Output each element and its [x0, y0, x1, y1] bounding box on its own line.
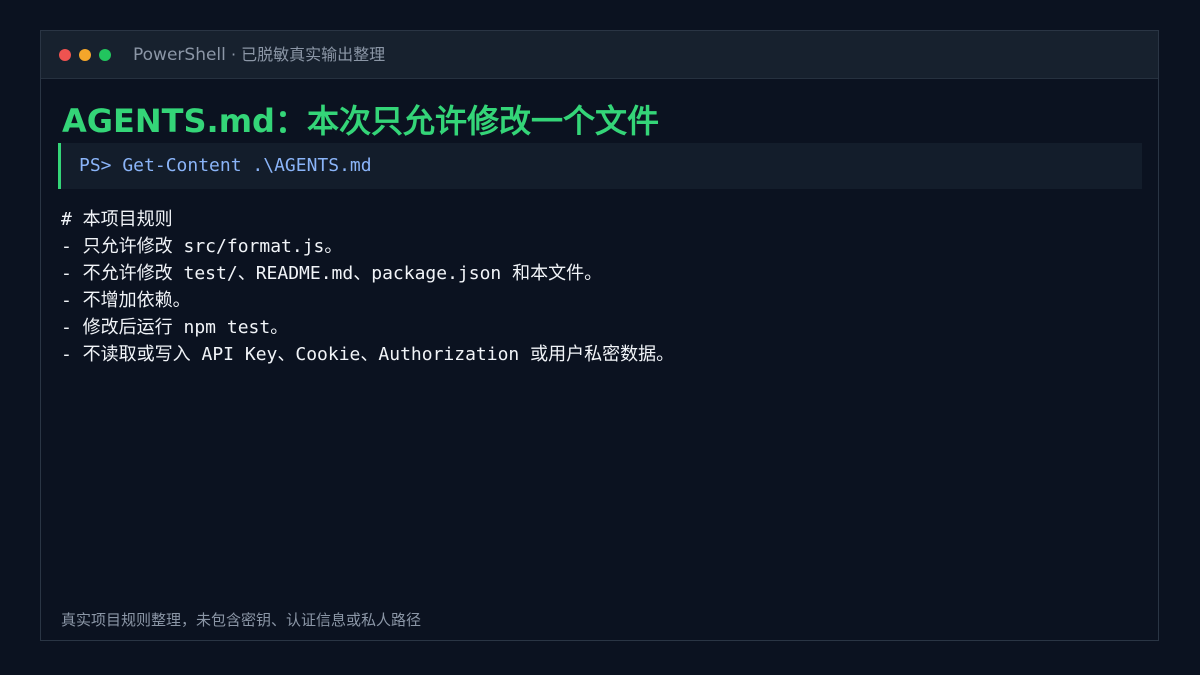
- close-dot-icon[interactable]: [59, 49, 71, 61]
- title-bar: PowerShell · 已脱敏真实输出整理: [41, 31, 1158, 79]
- page-title: AGENTS.md：本次只允许修改一个文件: [62, 102, 659, 140]
- window-app-name: PowerShell: [133, 45, 226, 65]
- command-bar: PS> Get-Content .\AGENTS.md: [58, 143, 1142, 189]
- maximize-dot-icon[interactable]: [99, 49, 111, 61]
- output-line: - 不允许修改 test/、README.md、package.json 和本文…: [61, 263, 603, 284]
- output-line: - 修改后运行 npm test。: [61, 317, 289, 338]
- window-subtitle: · 已脱敏真实输出整理: [225, 45, 386, 64]
- output-line: - 只允许修改 src/format.js。: [61, 236, 343, 257]
- minimize-dot-icon[interactable]: [79, 49, 91, 61]
- terminal-window: PowerShell · 已脱敏真实输出整理 AGENTS.md：本次只允许修改…: [40, 30, 1159, 641]
- output-line: - 不读取或写入 API Key、Cookie、Authorization 或用…: [61, 344, 675, 365]
- window-title: PowerShell · 已脱敏真实输出整理: [133, 45, 385, 65]
- output-line: - 不增加依赖。: [61, 290, 191, 311]
- command-line: PS> Get-Content .\AGENTS.md: [79, 155, 372, 176]
- footer-note: 真实项目规则整理，未包含密钥、认证信息或私人路径: [61, 611, 422, 629]
- output-line: # 本项目规则: [61, 209, 173, 230]
- terminal-output: # 本项目规则 - 只允许修改 src/format.js。 - 不允许修改 t…: [61, 206, 674, 368]
